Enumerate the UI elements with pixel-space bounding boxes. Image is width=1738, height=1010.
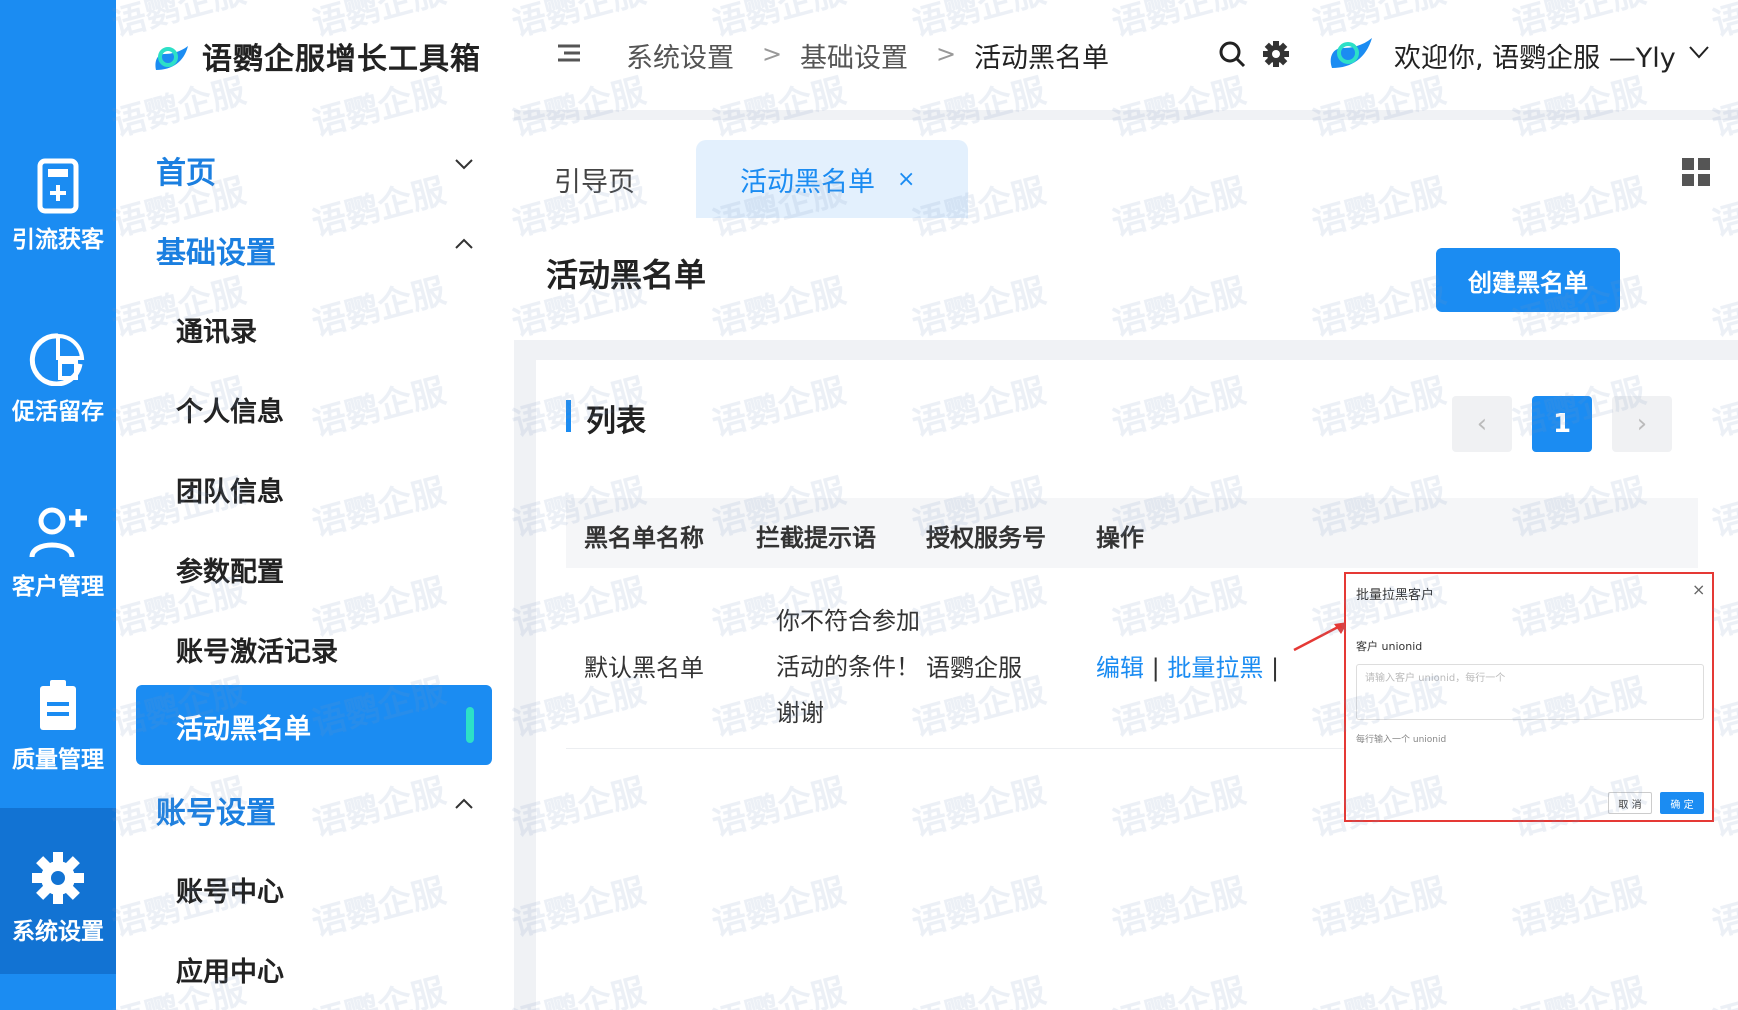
op-separator: |	[1271, 654, 1280, 682]
breadcrumb-separator: >	[936, 40, 957, 68]
gear-icon	[32, 852, 84, 904]
chart-circle-icon	[29, 333, 85, 386]
create-blacklist-button[interactable]: 创建黑名单	[1436, 248, 1620, 312]
chevron-up-icon[interactable]	[454, 794, 474, 814]
message-line: 你不符合参加	[776, 607, 920, 635]
nav-item-account-center[interactable]: 账号中心	[176, 870, 284, 909]
menu-fold-icon[interactable]	[558, 44, 580, 62]
close-icon[interactable]: ×	[1692, 580, 1705, 599]
batch-block-dialog: 批量拉黑客户 × 客户 unionid 请输入客户 unionid，每行一个 每…	[1344, 572, 1714, 822]
nav-group-account[interactable]: 账号设置	[156, 788, 276, 832]
tab-label: 活动黑名单	[740, 166, 875, 198]
breadcrumb-current: 活动黑名单	[974, 43, 1109, 74]
pagination-page-button[interactable]: 1	[1532, 396, 1592, 452]
clipboard-icon	[40, 680, 76, 730]
dialog-field-label: 客户 unionid	[1356, 640, 1423, 653]
rail-label: 引流获客	[12, 227, 104, 253]
rail-label: 促活留存	[12, 399, 104, 425]
search-icon[interactable]	[1218, 40, 1246, 68]
page-header: 活动黑名单 创建黑名单	[514, 218, 1738, 340]
main-area: 系统设置 > 基础设置 > 活动黑名单 欢迎你, 语鹦企服 —Yly 引导页 活…	[514, 0, 1738, 1010]
nav-item-blacklist[interactable]: 活动黑名单	[136, 685, 492, 765]
tab-blacklist[interactable]: 活动黑名单 ×	[696, 140, 968, 218]
annotation-arrow-icon	[1293, 622, 1348, 652]
brand[interactable]: 语鹦企服增长工具箱	[150, 34, 481, 78]
rail-label: 系统设置	[12, 919, 104, 945]
top-bar: 系统设置 > 基础设置 > 活动黑名单 欢迎你, 语鹦企服 —Yly	[514, 0, 1738, 110]
cancel-button[interactable]: 取 消	[1608, 792, 1652, 814]
nav-item-contacts[interactable]: 通讯录	[176, 310, 257, 349]
nav-item-team[interactable]: 团队信息	[176, 470, 284, 509]
side-nav: 语鹦企服增长工具箱 首页 基础设置 通讯录 个人信息 团队信息 参数配置 账号激…	[116, 0, 514, 1010]
tab-guide[interactable]: 引导页	[532, 140, 657, 218]
table-header: 黑名单名称 拦截提示语 授权服务号 操作	[566, 498, 1698, 568]
nav-item-profile[interactable]: 个人信息	[176, 390, 284, 429]
nav-item-params[interactable]: 参数配置	[176, 550, 284, 589]
message-line: 谢谢	[776, 699, 824, 727]
rail-item-quality[interactable]: 质量管理	[0, 678, 116, 774]
column-header: 拦截提示语	[756, 524, 876, 552]
phone-plus-icon	[37, 158, 79, 214]
dialog-title: 批量拉黑客户	[1356, 588, 1435, 603]
grid-icon[interactable]	[1682, 158, 1710, 186]
message-line: 活动的条件！	[776, 653, 920, 681]
tab-label: 引导页	[554, 166, 635, 198]
chevron-down-icon[interactable]	[1688, 44, 1710, 60]
section-accent-bar	[566, 400, 571, 432]
nav-item-app-center[interactable]: 应用中心	[176, 950, 284, 989]
chevron-down-icon[interactable]	[454, 154, 474, 174]
gear-icon[interactable]	[1262, 40, 1290, 68]
batch-block-link[interactable]: 批量拉黑	[1167, 654, 1263, 682]
avatar[interactable]	[1326, 34, 1374, 70]
nav-group-basic[interactable]: 基础设置	[156, 228, 276, 272]
rail-label: 客户管理	[12, 574, 104, 600]
column-header: 黑名单名称	[584, 524, 704, 552]
rail-item-settings[interactable]: 系统设置	[0, 808, 116, 974]
rail-item-traffic[interactable]: 引流获客	[0, 158, 116, 254]
rail-item-customers[interactable]: 客户管理	[0, 505, 116, 601]
cell-message: 你不符合参加 活动的条件！ 谢谢	[776, 598, 920, 736]
welcome-text[interactable]: 欢迎你, 语鹦企服 —Yly	[1394, 36, 1676, 75]
column-header: 操作	[1096, 524, 1144, 552]
nav-item-label: 活动黑名单	[176, 714, 311, 745]
brand-name: 语鹦企服增长工具箱	[202, 42, 481, 77]
icon-rail: 引流获客 促活留存 客户管理 质量管理 系统设置	[0, 0, 116, 1010]
tabs-bar: 引导页 活动黑名单 ×	[514, 120, 1738, 218]
chevron-up-icon[interactable]	[454, 234, 474, 254]
dialog-hint: 每行输入一个 unionid	[1356, 735, 1447, 745]
pagination-prev-button[interactable]: ‹	[1452, 396, 1512, 452]
edit-link[interactable]: 编辑	[1096, 654, 1144, 682]
user-add-icon	[29, 507, 87, 558]
active-indicator	[466, 707, 474, 743]
breadcrumb-separator: >	[762, 40, 783, 68]
unionid-textarea[interactable]: 请输入客户 unionid，每行一个	[1356, 664, 1704, 720]
column-header: 授权服务号	[926, 524, 1046, 552]
op-separator: |	[1151, 654, 1160, 682]
nav-item-activation-log[interactable]: 账号激活记录	[176, 630, 338, 669]
brand-logo-icon	[155, 46, 188, 70]
breadcrumb-item[interactable]: 系统设置	[626, 36, 734, 75]
cell-name: 默认黑名单	[584, 654, 704, 682]
cell-service: 语鹦企服	[926, 654, 1022, 682]
page-title: 活动黑名单	[546, 256, 707, 294]
rail-label: 质量管理	[12, 747, 104, 773]
pagination-next-button[interactable]: ›	[1612, 396, 1672, 452]
nav-group-home[interactable]: 首页	[156, 148, 216, 192]
confirm-button[interactable]: 确 定	[1660, 792, 1704, 814]
rail-item-retention[interactable]: 促活留存	[0, 330, 116, 426]
cell-ops: 编辑 | 批量拉黑 |	[1096, 648, 1279, 683]
list-title: 列表	[586, 404, 646, 439]
close-icon[interactable]: ×	[897, 167, 915, 192]
breadcrumb-item[interactable]: 基础设置	[800, 36, 908, 75]
